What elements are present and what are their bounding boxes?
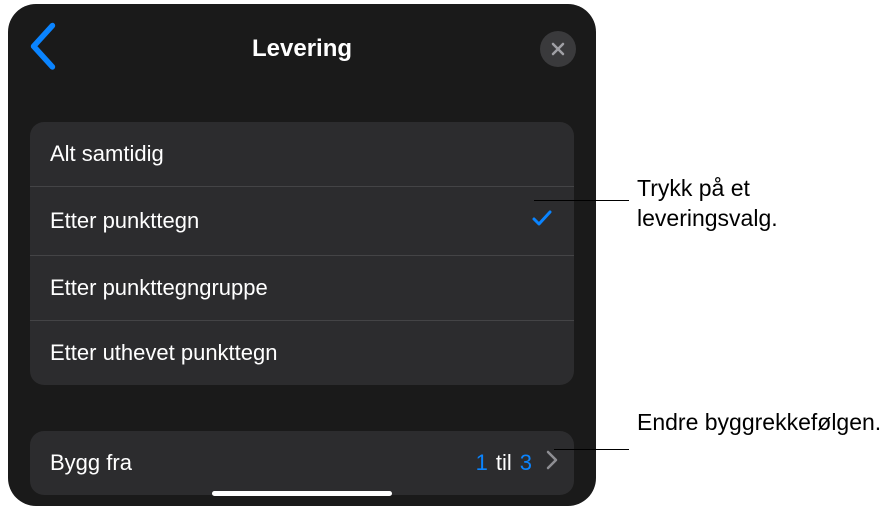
build-from-number: 1 (476, 450, 488, 476)
callout-leader-line (554, 449, 629, 450)
chevron-right-icon (546, 450, 558, 476)
build-from-row[interactable]: Bygg fra 1 til 3 (30, 431, 574, 495)
delivery-option-by-highlighted-bullet[interactable]: Etter uthevet punkttegn (30, 321, 574, 385)
delivery-options-list: Alt samtidig Etter punkttegn Etter punkt… (30, 122, 574, 385)
option-label: Etter uthevet punkttegn (50, 340, 278, 366)
panel-content: Alt samtidig Etter punkttegn Etter punkt… (8, 92, 596, 495)
option-label: Etter punkttegn (50, 208, 199, 234)
back-button[interactable] (28, 20, 58, 78)
build-to-number: 3 (520, 450, 532, 476)
close-button[interactable] (540, 31, 576, 67)
callout-build-order: Endre byggrekkefølgen. (637, 408, 881, 438)
delivery-settings-panel: Levering Alt samtidig Etter punkttegn (8, 4, 596, 506)
build-range-separator: til (496, 450, 512, 476)
panel-title: Levering (252, 35, 352, 63)
checkmark-icon (530, 206, 554, 236)
build-from-group: Bygg fra 1 til 3 (30, 431, 574, 495)
delivery-option-all-at-once[interactable]: Alt samtidig (30, 122, 574, 187)
build-from-label: Bygg fra (50, 450, 132, 476)
build-range-value: 1 til 3 (476, 450, 558, 476)
panel-header: Levering (8, 20, 596, 92)
delivery-option-by-bullet[interactable]: Etter punkttegn (30, 187, 574, 256)
option-label: Etter punkttegngruppe (50, 275, 268, 301)
home-indicator[interactable] (212, 491, 392, 496)
option-label: Alt samtidig (50, 141, 164, 167)
callout-delivery-option: Trykk på et leveringsvalg. (637, 174, 886, 234)
delivery-option-by-bullet-group[interactable]: Etter punkttegngruppe (30, 256, 574, 321)
callout-leader-line (534, 200, 629, 201)
